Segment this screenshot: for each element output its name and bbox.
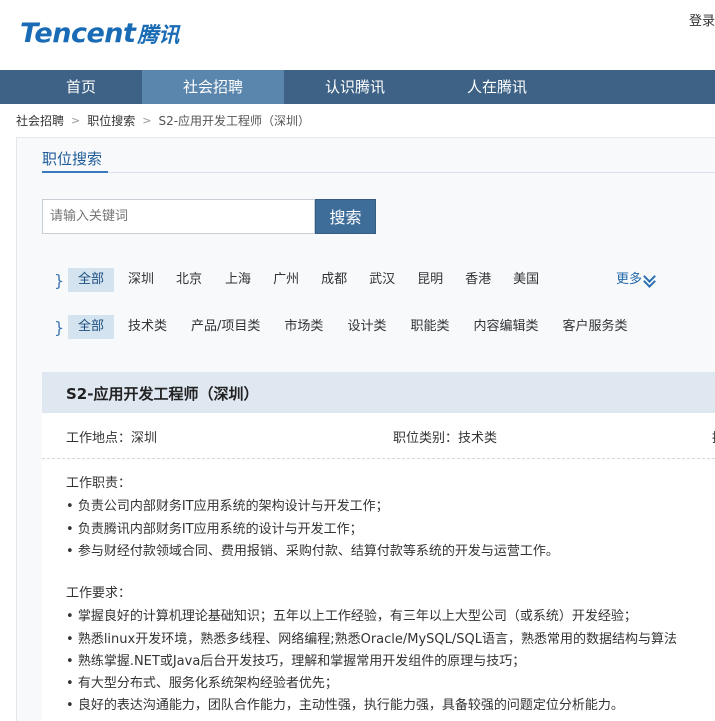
city-filter: } 全部 深圳 北京 上海 广州 成都 武汉 昆明 香港 美国 <box>54 268 549 292</box>
requirements-title: 工作要求： <box>66 586 132 601</box>
logo-en-text: Tencent <box>20 18 136 49</box>
duty-item: • 负责腾讯内部财务IT应用系统的设计与开发工作； <box>66 522 363 537</box>
site-header: Tencent 腾讯 登录 <box>0 0 715 70</box>
breadcrumb: 社会招聘 > 职位搜索 > S2-应用开发工程师（深圳） <box>16 112 310 129</box>
section-divider <box>42 172 715 173</box>
breadcrumb-social-recruit[interactable]: 社会招聘 <box>16 112 64 129</box>
duties-title: 工作职责： <box>66 476 132 491</box>
search-button[interactable]: 搜索 <box>315 199 376 234</box>
nav-item-about-tencent[interactable]: 认识腾讯 <box>284 70 426 104</box>
category-chip[interactable]: 设计类 <box>337 315 396 339</box>
requirement-item: • 有大型分布式、服务化系统架构经验者优先； <box>66 676 338 691</box>
job-category: 职位类别：技术类 <box>393 431 498 446</box>
search-input[interactable] <box>42 199 315 234</box>
more-label: 更多 <box>616 272 643 287</box>
category-chip[interactable]: 职能类 <box>400 315 459 339</box>
nav-item-social-recruit[interactable]: 社会招聘 <box>142 70 284 104</box>
job-divider <box>42 458 715 459</box>
city-chip[interactable]: 上海 <box>215 268 261 292</box>
tencent-logo[interactable]: Tencent 腾讯 <box>20 18 180 49</box>
category-chip[interactable]: 内容编辑类 <box>463 315 548 339</box>
city-chip[interactable]: 成都 <box>311 268 357 292</box>
requirement-item: • 良好的表达沟通能力，团队合作能力，主动性强，执行能力强，具备较强的问题定位分… <box>66 698 624 713</box>
breadcrumb-current: S2-应用开发工程师（深圳） <box>158 114 311 128</box>
duty-item: • 负责公司内部财务IT应用系统的架构设计与开发工作； <box>66 499 389 514</box>
city-chip[interactable]: 北京 <box>166 268 212 292</box>
category-chip[interactable]: 技术类 <box>118 315 177 339</box>
category-filter: } 全部 技术类 产品/项目类 市场类 设计类 职能类 内容编辑类 客户服务类 <box>54 315 638 339</box>
city-chip[interactable]: 香港 <box>455 268 501 292</box>
nav-item-home[interactable]: 首页 <box>20 70 142 104</box>
double-chevron-down-icon <box>644 273 656 287</box>
chevron-right-icon: > <box>71 114 81 127</box>
requirement-item: • 熟悉linux开发环境，熟悉多线程、网络编程;熟悉Oracle/MySQL/… <box>66 632 678 647</box>
city-chip[interactable]: 广州 <box>263 268 309 292</box>
chevron-right-icon: > <box>142 114 152 127</box>
requirement-item: • 掌握良好的计算机理论基础知识；五年以上工作经验，有三年以上大型公司（或系统）… <box>66 609 637 624</box>
breadcrumb-job-search[interactable]: 职位搜索 <box>87 112 135 129</box>
filter-bracket-icon: } <box>54 317 65 337</box>
category-chip-all[interactable]: 全部 <box>68 315 115 339</box>
section-title-accent <box>42 171 108 173</box>
category-chip[interactable]: 客户服务类 <box>552 315 637 339</box>
category-chip[interactable]: 产品/项目类 <box>181 315 270 339</box>
main-nav: 首页 社会招聘 认识腾讯 人在腾讯 <box>0 70 715 104</box>
more-cities-button[interactable]: 更多 <box>616 268 656 292</box>
duty-item: • 参与财经付款领域合同、费用报销、采购付款、结算付款等系统的开发与运营工作。 <box>66 544 559 559</box>
city-chip[interactable]: 武汉 <box>359 268 405 292</box>
filter-bracket-icon: } <box>54 270 65 290</box>
city-chip[interactable]: 美国 <box>503 268 549 292</box>
city-chip[interactable]: 深圳 <box>118 268 164 292</box>
logo-cn-text: 腾讯 <box>137 23 180 47</box>
city-chip[interactable]: 昆明 <box>407 268 453 292</box>
section-title: 职位搜索 <box>42 150 103 168</box>
requirement-item: • 熟练掌握.NET或Java后台开发技巧，理解和掌握常用开发组件的原理与技巧； <box>66 654 526 669</box>
category-chip[interactable]: 市场类 <box>274 315 333 339</box>
job-title: S2-应用开发工程师（深圳） <box>66 385 259 403</box>
job-location: 工作地点：深圳 <box>66 431 158 446</box>
login-link[interactable]: 登录 <box>689 10 715 29</box>
city-chip-all[interactable]: 全部 <box>68 268 115 292</box>
nav-item-life-at-tencent[interactable]: 人在腾讯 <box>426 70 568 104</box>
